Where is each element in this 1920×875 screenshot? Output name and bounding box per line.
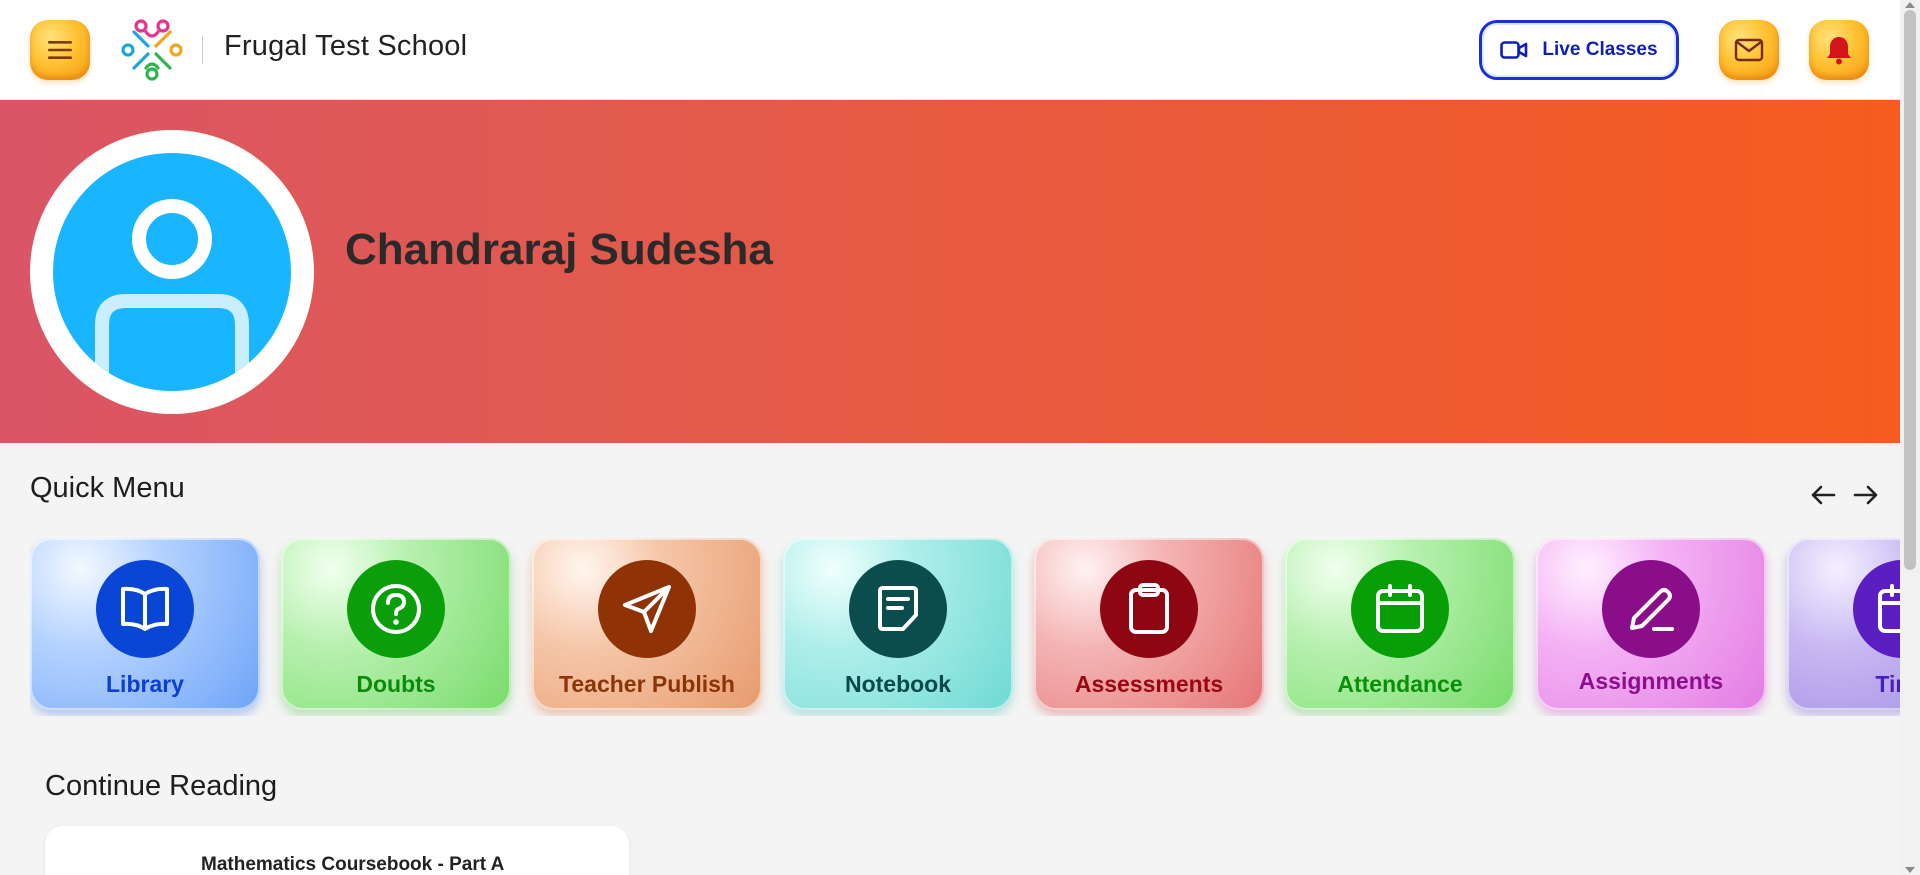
avatar[interactable] xyxy=(30,130,314,414)
library-icon-circle xyxy=(96,560,194,658)
quick-menu-title: Quick Menu xyxy=(30,472,185,504)
library-label: Library xyxy=(106,671,184,697)
doubts-icon-circle xyxy=(347,560,445,658)
notebook-label: Notebook xyxy=(844,671,952,697)
arrow-left-icon xyxy=(1811,485,1836,505)
assessments-icon-circle xyxy=(1100,560,1198,658)
doubts-label: Doubts xyxy=(356,671,436,697)
quick-menu-teacher-publish[interactable]: Teacher Publish xyxy=(532,538,762,710)
time-label: Time xyxy=(1875,671,1900,697)
notifications-button[interactable] xyxy=(1809,20,1869,80)
scroll-up-arrow[interactable] xyxy=(1905,2,1915,8)
notebook-icon-circle xyxy=(849,560,947,658)
calendar-icon xyxy=(1878,584,1900,633)
bell-icon xyxy=(1827,37,1851,65)
scroll-down-arrow[interactable] xyxy=(1905,867,1915,873)
assignments-icon-circle xyxy=(1602,560,1700,658)
arrow-right-icon xyxy=(1853,485,1878,505)
live-classes-label: Live Classes xyxy=(1542,39,1658,60)
continue-reading-card[interactable]: Mathematics Coursebook - Part A xyxy=(45,826,629,875)
scroll-thumb[interactable] xyxy=(1904,10,1916,570)
time-icon-circle xyxy=(1853,560,1900,658)
attendance-label: Attendance xyxy=(1337,671,1463,697)
profile-banner: Chandraraj Sudesha xyxy=(0,100,1900,443)
teacher-publish-icon-circle xyxy=(598,560,696,658)
send-icon xyxy=(623,585,671,633)
question-icon xyxy=(371,584,421,634)
calendar-icon xyxy=(1376,584,1424,633)
note-icon xyxy=(878,586,918,631)
continue-reading-title: Continue Reading xyxy=(45,770,278,802)
quick-menu-time[interactable]: Time xyxy=(1787,538,1900,710)
logo-divider xyxy=(202,36,203,64)
user-icon xyxy=(95,199,249,391)
school-name: Frugal Test School xyxy=(224,30,468,62)
book-title: Mathematics Coursebook - Part A xyxy=(201,854,505,875)
menu-icon xyxy=(48,41,72,59)
quick-menu-row: Library Doubts Teacher Publish Notebook … xyxy=(30,538,1900,716)
book-open-icon xyxy=(121,586,169,631)
assignments-label: Assignments xyxy=(1578,668,1724,694)
mail-button[interactable] xyxy=(1719,20,1779,80)
clipboard-icon xyxy=(1129,583,1169,634)
school-logo[interactable] xyxy=(120,18,184,82)
top-header: Frugal Test School Live Classes xyxy=(0,0,1900,100)
video-icon xyxy=(1500,41,1528,59)
user-name: Chandraraj Sudesha xyxy=(345,225,773,274)
menu-button[interactable] xyxy=(30,20,90,80)
assessments-label: Assessments xyxy=(1074,671,1224,697)
attendance-icon-circle xyxy=(1351,560,1449,658)
pencil-icon xyxy=(1630,588,1674,631)
avatar-image xyxy=(53,153,291,391)
quick-menu-assessments[interactable]: Assessments xyxy=(1034,538,1264,710)
quick-menu-doubts[interactable]: Doubts xyxy=(281,538,511,710)
live-classes-button[interactable]: Live Classes xyxy=(1479,20,1679,80)
quick-menu-notebook[interactable]: Notebook xyxy=(783,538,1013,710)
quick-menu-library[interactable]: Library xyxy=(30,538,260,710)
mail-icon xyxy=(1734,38,1764,62)
teacher-publish-label: Teacher Publish xyxy=(559,671,735,697)
quick-menu-assignments[interactable]: Assignments xyxy=(1536,538,1766,710)
quick-menu-attendance[interactable]: Attendance xyxy=(1285,538,1515,710)
quick-menu-prev-button[interactable] xyxy=(1806,478,1840,512)
page-scrollbar[interactable] xyxy=(1900,0,1920,875)
quick-menu-next-button[interactable] xyxy=(1849,478,1883,512)
